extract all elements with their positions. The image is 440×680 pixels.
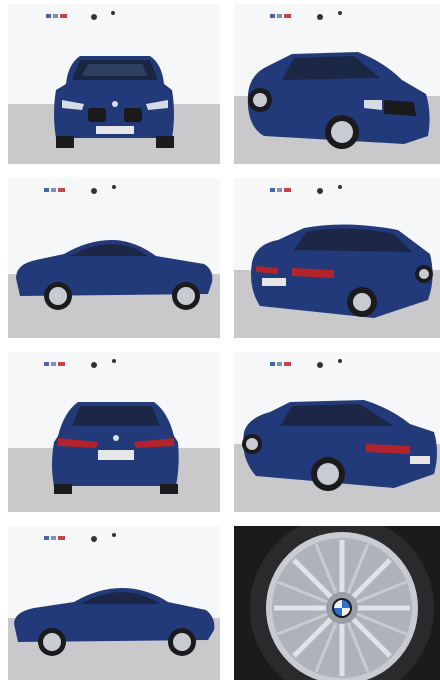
photo-rear-three-quarter-right[interactable] — [234, 178, 440, 338]
photo-gallery — [0, 0, 440, 680]
car-rear-three-quarter-image — [234, 178, 440, 338]
photo-front-three-quarter-left[interactable] — [234, 352, 440, 512]
photo-rear-view[interactable] — [8, 352, 220, 512]
photo-side-left[interactable] — [8, 178, 220, 338]
car-side-image — [8, 178, 220, 338]
photo-front-view[interactable] — [8, 4, 220, 164]
brand-emblem-icon — [332, 598, 352, 618]
car-three-quarter-left-image — [234, 352, 440, 512]
car-rear-image — [8, 352, 220, 512]
photo-wheel-closeup[interactable] — [234, 526, 440, 680]
wheel-closeup-image — [234, 526, 440, 680]
photo-front-three-quarter-right[interactable] — [234, 4, 440, 164]
car-side-alt-image — [8, 526, 220, 680]
photo-side-left-alt[interactable] — [8, 526, 220, 680]
car-front-image — [8, 4, 220, 164]
car-front-three-quarter-image — [234, 4, 440, 164]
